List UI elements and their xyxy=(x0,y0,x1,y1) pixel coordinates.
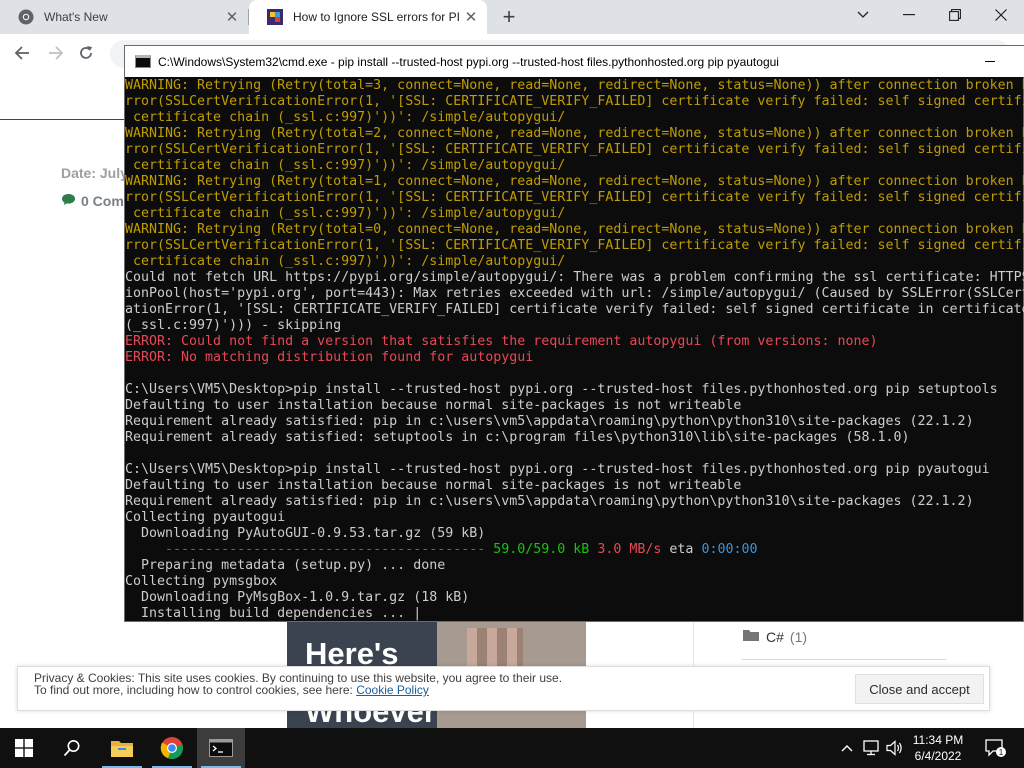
cookie-line2: To find out more, including how to contr… xyxy=(34,684,562,696)
forward-arrow-icon[interactable] xyxy=(42,40,70,66)
search-icon[interactable] xyxy=(48,728,96,768)
console-line: WARNING: Retrying (Retry(total=2, connec… xyxy=(125,126,1024,141)
new-tab-button[interactable]: + xyxy=(496,4,522,29)
site-favicon-icon xyxy=(267,9,283,25)
cookie-banner: Privacy & Cookies: This site uses cookie… xyxy=(17,666,990,711)
cmd-minimize-icon[interactable] xyxy=(967,46,1013,77)
console-line: rror(SSLCertVerificationError(1, '[SSL: … xyxy=(125,190,1024,205)
tab-title: What's New xyxy=(44,10,108,24)
cmd-title-bar[interactable]: C:\Windows\System32\cmd.exe - pip instal… xyxy=(125,46,1024,77)
close-tab-icon[interactable]: ✕ xyxy=(461,7,481,27)
download-progress-line: ----------------------------------------… xyxy=(125,542,1024,558)
console-line: Defaulting to user installation because … xyxy=(125,478,742,493)
clock-date: 6/4/2022 xyxy=(914,749,962,763)
progress-size: 59.0/59.0 kB xyxy=(493,542,590,557)
console-line: Collecting pyautogui xyxy=(125,510,286,525)
console-line: Could not fetch URL https://pypi.org/sim… xyxy=(125,270,1024,285)
cmd-window: C:\Windows\System32\cmd.exe - pip instal… xyxy=(124,45,1024,622)
tab-search-icon[interactable] xyxy=(840,0,886,30)
console-line: (_ssl.c:997)'))) - skipping xyxy=(125,318,342,333)
cmd-taskbar-icon[interactable] xyxy=(197,728,245,768)
clock-time: 11:34 PM xyxy=(912,733,964,747)
progress-eta: 0:00:00 xyxy=(701,542,758,557)
cookie-policy-link[interactable]: Cookie Policy xyxy=(356,683,429,697)
console-line: Downloading PyMsgBox-1.0.9.tar.gz (18 kB… xyxy=(125,590,470,605)
console-line: certificate chain (_ssl.c:997)'))': /sim… xyxy=(125,110,566,125)
progress-speed: 3.0 MB/s xyxy=(597,542,662,557)
console-output[interactable]: WARNING: Retrying (Retry(total=3, connec… xyxy=(125,78,1024,622)
close-tab-icon[interactable]: ✕ xyxy=(222,7,242,27)
console-line: Requirement already satisfied: setuptool… xyxy=(125,430,910,445)
notification-center-icon[interactable]: 1 xyxy=(980,728,1010,768)
post-date: Date: July xyxy=(61,165,128,181)
tab-ssl-article[interactable]: How to Ignore SSL errors for PIP ✕ xyxy=(249,0,487,34)
windows-taskbar: 11:34 PM 6/4/2022 1 xyxy=(0,728,1024,768)
console-line: Downloading PyAutoGUI-0.9.53.tar.gz (59 … xyxy=(125,526,486,541)
console-line: ationError(1, '[SSL: CERTIFICATE_VERIFY_… xyxy=(125,302,1024,317)
chevron-up-icon[interactable] xyxy=(838,728,856,768)
browser-tab-strip: What's New ✕ How to Ignore SSL errors fo… xyxy=(0,0,1024,34)
console-line: rror(SSLCertVerificationError(1, '[SSL: … xyxy=(125,142,1024,157)
console-error-line: ERROR: No matching distribution found fo… xyxy=(125,350,534,365)
console-line: Installing build dependencies ... | xyxy=(125,606,422,621)
cmd-title: C:\Windows\System32\cmd.exe - pip instal… xyxy=(158,54,779,69)
post-comments-link[interactable]: 0 Com xyxy=(61,193,124,209)
sidebar-rule xyxy=(742,659,946,660)
file-explorer-icon[interactable] xyxy=(98,728,146,768)
sidebar-category-csharp[interactable]: C# (1) xyxy=(742,628,807,645)
restore-icon[interactable] xyxy=(932,0,978,30)
notification-count: 1 xyxy=(999,748,1004,757)
console-line: certificate chain (_ssl.c:997)'))': /sim… xyxy=(125,206,566,221)
console-line: Requirement already satisfied: pip in c:… xyxy=(125,494,974,509)
console-line: Collecting pymsgbox xyxy=(125,574,278,589)
category-count: (1) xyxy=(789,628,808,645)
category-name: C# xyxy=(766,628,784,645)
console-line: C:\Users\VM5\Desktop>pip install --trust… xyxy=(125,462,990,477)
console-line: ionPool(host='pypi.org', port=443): Max … xyxy=(125,286,1024,301)
console-error-line: ERROR: Could not find a version that sat… xyxy=(125,334,878,349)
chrome-icon xyxy=(18,9,34,25)
cookie-line2-text: To find out more, including how to contr… xyxy=(34,683,357,697)
tab-whats-new[interactable]: What's New ✕ xyxy=(0,0,248,34)
console-line: Defaulting to user installation because … xyxy=(125,398,742,413)
comments-count: 0 Com xyxy=(81,193,124,209)
chrome-taskbar-icon[interactable] xyxy=(148,728,196,768)
progress-eta-label: eta xyxy=(669,542,694,557)
console-line: certificate chain (_ssl.c:997)'))': /sim… xyxy=(125,158,566,173)
reload-icon[interactable] xyxy=(72,40,100,66)
pixelated-face xyxy=(467,628,523,670)
console-line: WARNING: Retrying (Retry(total=0, connec… xyxy=(125,222,1024,237)
console-line: Preparing metadata (setup.py) ... done xyxy=(125,558,446,573)
close-and-accept-button[interactable]: Close and accept xyxy=(855,674,984,704)
header-divider xyxy=(0,119,124,120)
console-line: Requirement already satisfied: pip in c:… xyxy=(125,414,974,429)
comment-icon xyxy=(61,193,76,209)
network-icon[interactable] xyxy=(860,728,882,768)
back-arrow-icon[interactable] xyxy=(8,40,36,66)
console-line: rror(SSLCertVerificationError(1, '[SSL: … xyxy=(125,238,1024,253)
console-line: C:\Users\VM5\Desktop>pip install --trust… xyxy=(125,382,998,397)
console-line: rror(SSLCertVerificationError(1, '[SSL: … xyxy=(125,94,1024,109)
console-line: certificate chain (_ssl.c:997)'))': /sim… xyxy=(125,254,566,269)
folder-icon xyxy=(742,628,760,645)
console-line: WARNING: Retrying (Retry(total=3, connec… xyxy=(125,78,1024,93)
minimize-icon[interactable] xyxy=(886,0,932,30)
console-line: WARNING: Retrying (Retry(total=1, connec… xyxy=(125,174,1024,189)
close-window-icon[interactable] xyxy=(978,0,1024,30)
progress-bar: ---------------------------------------- xyxy=(125,542,494,557)
cmd-icon xyxy=(135,55,151,68)
tab-title: How to Ignore SSL errors for PIP xyxy=(293,10,461,24)
cookie-notice: Privacy & Cookies: This site uses cookie… xyxy=(34,672,562,696)
start-windows-icon[interactable] xyxy=(0,728,48,768)
system-clock[interactable]: 11:34 PM 6/4/2022 xyxy=(903,732,973,764)
